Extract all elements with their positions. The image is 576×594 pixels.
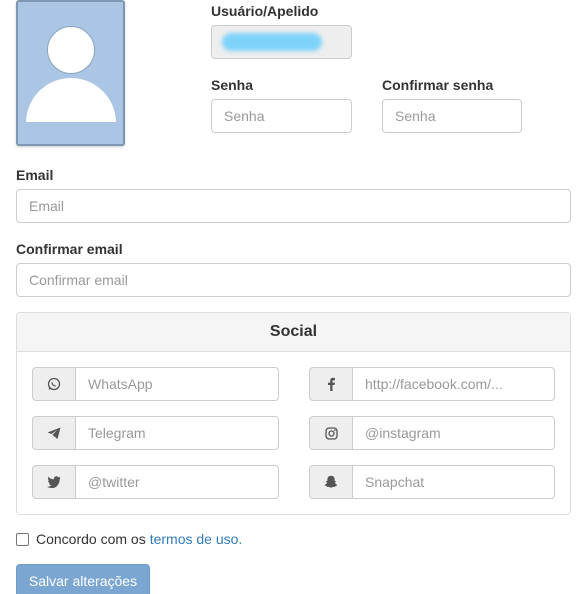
terms-link[interactable]: termos de uso. <box>150 531 243 547</box>
twitter-icon <box>32 465 75 499</box>
terms-text: Concordo com os <box>36 531 146 547</box>
whatsapp-group: WhatsApp <box>32 367 279 401</box>
confirm-password-label: Confirmar senha <box>382 77 494 93</box>
save-button[interactable]: Salvar alterações <box>16 564 150 594</box>
twitter-group: @twitter <box>32 465 279 499</box>
terms-checkbox[interactable] <box>16 532 29 546</box>
username-label: Usuário/Apelido <box>211 3 319 19</box>
confirm-password-field[interactable]: Senha <box>382 99 522 133</box>
instagram-group: @instagram <box>309 416 555 450</box>
telegram-input[interactable]: Telegram <box>75 416 279 450</box>
snapchat-group: Snapchat <box>309 465 555 499</box>
telegram-icon <box>32 416 75 450</box>
facebook-group: http://facebook.com/... <box>309 367 555 401</box>
redacted-username <box>222 33 322 51</box>
username-field <box>211 25 352 59</box>
twitter-input[interactable]: @twitter <box>75 465 279 499</box>
telegram-group: Telegram <box>32 416 279 450</box>
whatsapp-input[interactable]: WhatsApp <box>75 367 279 401</box>
email-field[interactable]: Email <box>16 189 571 223</box>
facebook-icon <box>309 367 352 401</box>
snapchat-input[interactable]: Snapchat <box>352 465 555 499</box>
email-label: Email <box>16 167 54 183</box>
password-label: Senha <box>211 77 254 93</box>
instagram-icon <box>309 416 352 450</box>
social-title: Social <box>17 313 570 352</box>
instagram-input[interactable]: @instagram <box>352 416 555 450</box>
terms-row: Concordo com os termos de uso. <box>16 531 242 547</box>
snapchat-icon <box>309 465 352 499</box>
avatar[interactable] <box>16 0 125 146</box>
whatsapp-icon <box>32 367 75 401</box>
confirm-email-label: Confirmar email <box>16 241 123 257</box>
password-field[interactable]: Senha <box>211 99 352 133</box>
confirm-email-field[interactable]: Confirmar email <box>16 263 571 297</box>
facebook-input[interactable]: http://facebook.com/... <box>352 367 555 401</box>
